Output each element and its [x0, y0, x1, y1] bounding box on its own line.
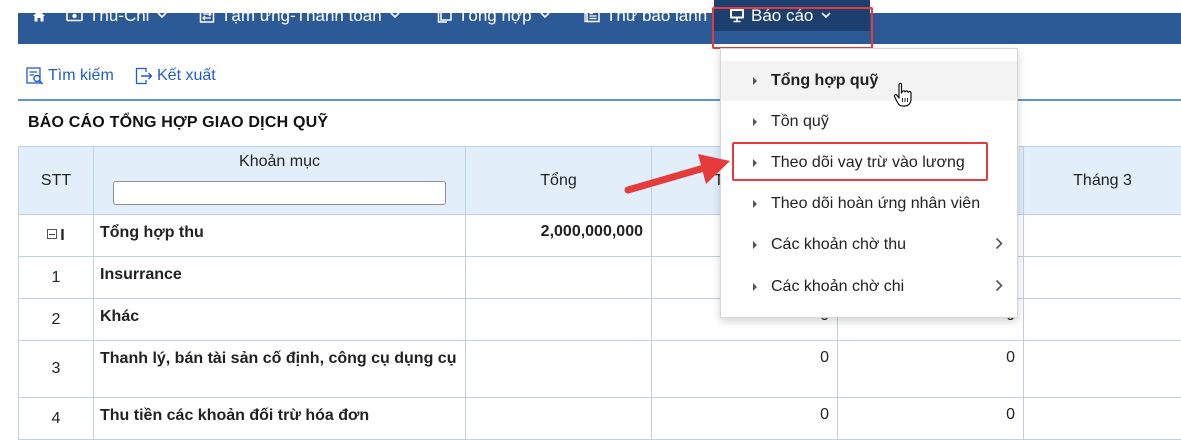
col-header-khoan-muc: Khoản mục [94, 147, 466, 215]
nav-label: Tổng hợp [458, 6, 532, 26]
col-header-thang-3: Tháng 3 [1024, 147, 1181, 215]
chevron-down-icon [540, 12, 550, 19]
menu-item-cac-khoan-cho-chi[interactable]: Các khoản chờ chi [721, 267, 1017, 307]
nav-label: Thư bảo lãnh [606, 6, 707, 26]
row-total [466, 257, 652, 299]
row-name: Thanh lý, bán tài sản cố định, công cụ d… [94, 341, 466, 398]
row-stt: 1 [19, 257, 94, 299]
row-stt: I [19, 215, 94, 257]
money-icon [66, 10, 83, 22]
chevron-right-icon [995, 237, 1003, 255]
collapse-icon[interactable] [47, 229, 57, 239]
nav-home[interactable] [32, 0, 52, 31]
menu-bullet-icon [753, 241, 757, 249]
search-icon [26, 67, 44, 85]
row-stt: 4 [19, 398, 94, 440]
search-button-label: Tìm kiếm [48, 67, 114, 85]
row-name: Tổng hợp thu [94, 215, 466, 257]
export-button-label: Kết xuất [157, 67, 216, 85]
row-total [466, 398, 652, 440]
row-month-3 [1024, 299, 1181, 341]
chevron-down-icon [390, 12, 400, 19]
menu-bullet-icon [753, 118, 757, 126]
col-header-stt: STT [19, 147, 94, 215]
menu-bullet-icon [753, 283, 757, 291]
annotation-arrow [620, 150, 735, 198]
menu-item-label: Các khoản chờ chi [771, 278, 904, 296]
menu-bullet-icon [753, 77, 757, 85]
menu-item-tong-hop-quy[interactable]: Tổng hợp quỹ [721, 61, 1017, 101]
row-month-2: 0 [838, 341, 1024, 398]
row-total [466, 299, 652, 341]
row-month-3 [1024, 341, 1181, 398]
row-stt: 2 [19, 299, 94, 341]
nav-thu-bao-lanh[interactable]: Thư bảo lãnh [584, 0, 707, 31]
nav-label: Thu-Chi [89, 6, 149, 26]
menu-item-label: Các khoản chờ thu [771, 236, 906, 254]
bao-cao-dropdown-menu: Tổng hợp quỹ Tồn quỹ Theo dõi vay trừ và… [720, 48, 1018, 318]
export-icon [135, 67, 153, 85]
chevron-down-icon [157, 12, 167, 19]
menu-item-ton-quy[interactable]: Tồn quỹ [721, 102, 1017, 142]
col-header-label: Khoản mục [94, 153, 465, 171]
nav-bao-cao-highlight-box [712, 7, 873, 49]
row-month-3 [1024, 215, 1181, 257]
menu-item-theo-doi-hoan-ung-nhan-vien[interactable]: Theo dõi hoàn ứng nhân viên [721, 184, 1017, 224]
table-row[interactable]: 4 Thu tiền các khoản đối trừ hóa đơn 0 0 [19, 398, 1181, 440]
report-title: BÁO CÁO TỔNG HỢP GIAO DỊCH QUỸ [28, 114, 328, 132]
menu-item-label: Tổng hợp quỹ [771, 72, 878, 90]
nav-thu-chi[interactable]: Thu-Chi [66, 0, 167, 31]
row-month-2: 0 [838, 398, 1024, 440]
nav-tam-ung-thanh-toan[interactable]: Tạm ứng-Thanh toán [199, 0, 400, 31]
row-name: Insurrance [94, 257, 466, 299]
hand-pointer-cursor-icon [893, 82, 913, 108]
menu-bullet-icon [753, 200, 757, 208]
nav-tong-hop[interactable]: Tổng hợp [437, 0, 550, 31]
khoan-muc-filter-input[interactable] [113, 181, 446, 205]
row-name: Khác [94, 299, 466, 341]
nav-label: Tạm ứng-Thanh toán [221, 6, 382, 26]
menu-item-cac-khoan-cho-thu[interactable]: Các khoản chờ thu [721, 225, 1017, 265]
row-stt: 3 [19, 341, 94, 398]
table-row[interactable]: 3 Thanh lý, bán tài sản cố định, công cụ… [19, 341, 1181, 398]
exchange-icon [199, 9, 215, 23]
row-total: 2,000,000,000 [466, 215, 652, 257]
row-stt-value: I [60, 227, 64, 244]
row-month-1: 0 [652, 398, 838, 440]
newspaper-icon [584, 9, 600, 23]
row-month-3 [1024, 257, 1181, 299]
row-month-1: 0 [652, 341, 838, 398]
search-button[interactable]: Tìm kiếm [26, 64, 114, 88]
row-name: Thu tiền các khoản đối trừ hóa đơn [94, 398, 466, 440]
row-total [466, 341, 652, 398]
menu-item-highlight-box [732, 142, 988, 181]
copy-icon [437, 8, 452, 23]
home-icon [32, 9, 46, 23]
export-button[interactable]: Kết xuất [135, 64, 216, 88]
menu-item-label: Tồn quỹ [771, 113, 829, 131]
chevron-right-icon [995, 279, 1003, 297]
row-month-3 [1024, 398, 1181, 440]
menu-item-label: Theo dõi hoàn ứng nhân viên [771, 195, 980, 213]
